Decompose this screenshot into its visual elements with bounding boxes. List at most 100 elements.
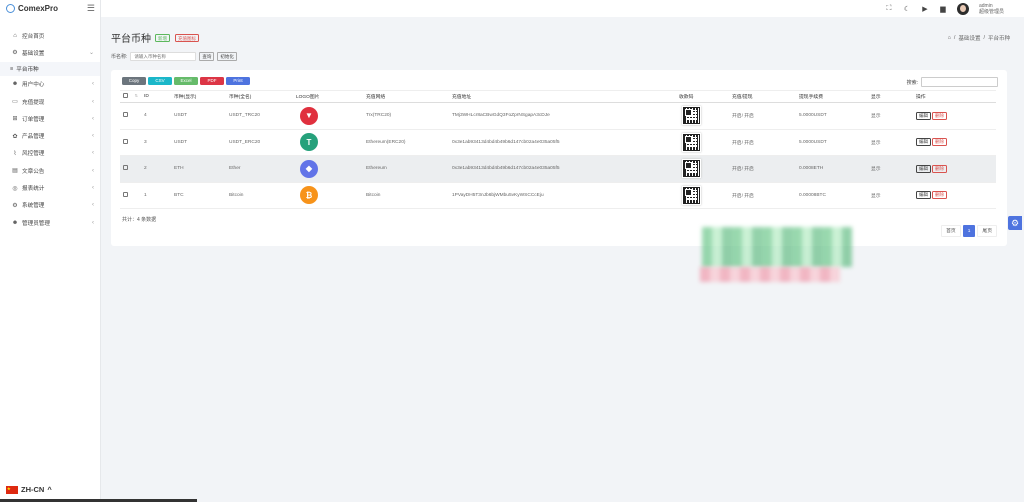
recharge-icon-button[interactable]: 充值图标 bbox=[175, 34, 199, 42]
pixelated-overlay bbox=[672, 227, 864, 283]
cell-show: 显示 bbox=[868, 102, 913, 130]
menu-toggle-icon[interactable]: ☰ bbox=[87, 3, 95, 14]
home-icon[interactable]: ⌂ bbox=[948, 35, 951, 41]
pagination: 首页 1 尾页 bbox=[941, 225, 997, 237]
cell-fullname: USDT_ERC20 bbox=[226, 129, 293, 156]
delete-button[interactable]: 删除 bbox=[932, 111, 947, 120]
column-header[interactable]: 充值地址 bbox=[449, 90, 676, 103]
column-header[interactable]: 操作 bbox=[913, 90, 996, 103]
cell-status: 开启/ 开启 bbox=[729, 129, 796, 156]
cell-fullname: USDT_TRC20 bbox=[226, 102, 293, 130]
export-buttons: Copy CSV Excel PDF Print bbox=[122, 77, 250, 85]
currency-name-input[interactable] bbox=[130, 52, 197, 61]
row-checkbox[interactable] bbox=[123, 165, 128, 171]
sidebar-item-reports[interactable]: ◎ 报表统计 ‹ bbox=[0, 179, 100, 196]
column-header[interactable]: 币种(显示) bbox=[171, 90, 226, 103]
excel-button[interactable]: Excel bbox=[174, 77, 198, 85]
cell-id: 1 bbox=[141, 182, 171, 209]
edit-button[interactable]: 编辑 bbox=[916, 111, 931, 120]
edit-button[interactable]: 编辑 bbox=[916, 191, 931, 200]
users-icon: ☻ bbox=[11, 81, 19, 88]
sidebar-item-admins[interactable]: ☻ 管理员管理 ‹ bbox=[0, 214, 100, 231]
select-all-checkbox[interactable] bbox=[123, 93, 128, 98]
pdf-button[interactable]: PDF bbox=[200, 77, 224, 85]
cell-status: 开启/ 开启 bbox=[729, 102, 796, 130]
cell-show: 显示 bbox=[868, 129, 913, 156]
search-input[interactable] bbox=[921, 77, 998, 87]
query-button[interactable]: 查询 bbox=[199, 52, 215, 61]
add-button[interactable]: 新增 bbox=[155, 34, 170, 42]
language-selector[interactable]: ZH-CN ^ bbox=[6, 485, 52, 494]
edit-button[interactable]: 编辑 bbox=[916, 138, 931, 147]
sidebar-item-articles[interactable]: ▤ 文章公告 ‹ bbox=[0, 162, 100, 179]
sidebar-item-risk[interactable]: ⌇ 风控管理 ‹ bbox=[0, 145, 100, 162]
delete-button[interactable]: 删除 bbox=[932, 191, 947, 200]
column-header[interactable]: 充值/提现 bbox=[729, 90, 796, 103]
cell-network: Trx(TRC20) bbox=[363, 102, 449, 130]
csv-button[interactable]: CSV bbox=[148, 77, 172, 85]
sidebar-item-basic-settings[interactable]: ⚙ 基础设置 ⌄ bbox=[0, 44, 100, 61]
cell-fee: 5.0000USDT bbox=[796, 102, 868, 130]
qr-code-icon[interactable] bbox=[683, 133, 700, 151]
sidebar-item-label: 用户中心 bbox=[22, 82, 45, 89]
sidebar-item-system[interactable]: ⚙ 系统管理 ‹ bbox=[0, 197, 100, 214]
sidebar-item-deposit-withdraw[interactable]: ▭ 充值提现 ‹ bbox=[0, 93, 100, 110]
message-icon[interactable]: ▆ bbox=[939, 5, 947, 13]
breadcrumb-item[interactable]: 基础设置 bbox=[958, 34, 980, 42]
settings-icon: ⚙ bbox=[12, 50, 18, 57]
filter-label: 币名称: bbox=[111, 54, 128, 60]
sidebar-item-dashboard[interactable]: ⌂ 控台首页 bbox=[0, 27, 100, 44]
breadcrumb: ⌂ / 基础设置 / 平台币种 bbox=[947, 34, 1010, 42]
sidebar-item-platform-currency[interactable]: ≡ 平台币种 bbox=[0, 61, 100, 76]
column-header[interactable]: LOGO图片 bbox=[293, 90, 363, 103]
row-checkbox[interactable] bbox=[123, 191, 128, 197]
sidebar-item-products[interactable]: ✿ 产品管理 ‹ bbox=[0, 127, 100, 144]
cell-id: 2 bbox=[141, 155, 171, 183]
column-header[interactable]: 提现手续费 bbox=[796, 90, 868, 103]
page-button-current[interactable]: 1 bbox=[962, 225, 976, 237]
row-checkbox[interactable] bbox=[123, 138, 128, 144]
fullscreen-icon[interactable]: ⛶ bbox=[885, 5, 893, 13]
column-header[interactable]: 币种(全名) bbox=[226, 90, 293, 103]
column-header[interactable]: 充值网络 bbox=[363, 90, 449, 103]
qr-code-icon[interactable] bbox=[683, 107, 700, 125]
chevron-left-icon: ‹ bbox=[92, 150, 94, 157]
reset-button[interactable]: 初始化 bbox=[217, 52, 237, 61]
copy-button[interactable]: Copy bbox=[122, 77, 146, 85]
sidebar-item-orders[interactable]: ⊞ 订单管理 ‹ bbox=[0, 110, 100, 127]
qr-code-icon[interactable] bbox=[683, 186, 700, 204]
row-checkbox[interactable] bbox=[123, 112, 128, 118]
sidebar-item-label: 控台首页 bbox=[22, 33, 45, 40]
settings-gear-icon[interactable]: ⚙ bbox=[1008, 216, 1022, 230]
edit-button[interactable]: 编辑 bbox=[916, 164, 931, 173]
cell-fee: 0.0008ETH bbox=[796, 155, 868, 183]
avatar[interactable] bbox=[956, 2, 969, 15]
cell-display: BTC bbox=[171, 182, 226, 209]
brand: ComexPro ☰ bbox=[0, 0, 100, 17]
language-label: ZH-CN bbox=[21, 485, 45, 494]
delete-button[interactable]: 删除 bbox=[932, 138, 947, 147]
filter-bar: 币名称: 查询 初始化 bbox=[111, 52, 237, 61]
sidebar-item-label: 文章公告 bbox=[22, 168, 45, 175]
delete-button[interactable]: 删除 bbox=[932, 164, 947, 173]
sidebar-item-user-center[interactable]: ☻ 用户中心 ‹ bbox=[0, 76, 100, 93]
video-icon[interactable]: ▶ bbox=[921, 5, 929, 13]
cell-show: 显示 bbox=[868, 155, 913, 183]
system-icon: ⚙ bbox=[12, 202, 18, 209]
chevron-left-icon: ‹ bbox=[92, 167, 94, 174]
dark-mode-icon[interactable]: ☾ bbox=[903, 5, 911, 13]
user-role: 超级管理员 bbox=[978, 8, 1004, 15]
column-header[interactable]: ID bbox=[141, 90, 171, 103]
column-header[interactable]: 收款码 bbox=[676, 90, 729, 103]
column-header[interactable]: 显示 bbox=[868, 90, 913, 103]
user-info[interactable]: admin 超级管理员 bbox=[979, 3, 1004, 15]
first-page-button[interactable]: 首页 bbox=[941, 225, 961, 237]
table-row: 2 ETH Ether ◆ Ethereum 0x3e1ab93413d4bd4… bbox=[120, 155, 996, 183]
last-page-button[interactable]: 尾页 bbox=[977, 225, 997, 237]
print-button[interactable]: Print bbox=[226, 77, 250, 85]
qr-code-icon[interactable] bbox=[683, 160, 700, 178]
total-count: 共计：4 条数据 bbox=[122, 217, 157, 223]
cell-status: 开启/ 开启 bbox=[729, 182, 796, 209]
bitcoin-logo-icon: ₿ bbox=[300, 186, 318, 205]
table-row: 4 USDT USDT_TRC20 ▼ Trx(TRC20) TMj3WHLcr… bbox=[120, 102, 996, 130]
